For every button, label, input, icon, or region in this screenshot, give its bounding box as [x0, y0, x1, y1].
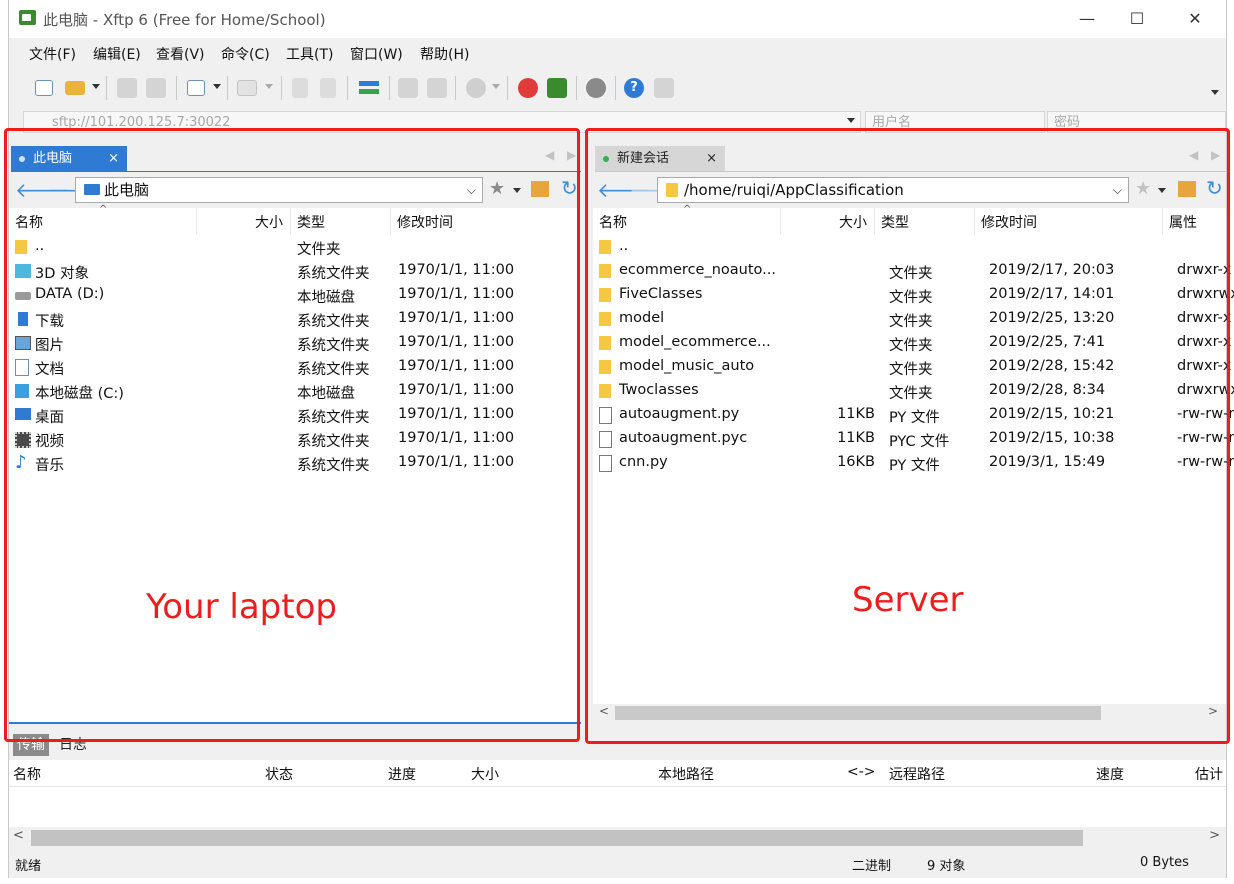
scroll-left-icon[interactable]: < — [13, 828, 24, 843]
stop-icon[interactable] — [466, 78, 486, 98]
toolbar-separator — [507, 76, 508, 100]
menu-edit[interactable]: 编辑(E) — [93, 44, 141, 64]
col-remote-path[interactable]: 远程路径 — [889, 764, 945, 784]
open-dropdown-icon[interactable] — [92, 84, 100, 89]
toolbar-separator — [615, 76, 616, 100]
transfer-hscrollbar[interactable]: < > — [9, 828, 1226, 848]
properties-icon[interactable] — [187, 80, 205, 96]
col-status[interactable]: 状态 — [265, 764, 293, 784]
close-window-button[interactable]: ✕ — [1170, 4, 1220, 34]
menu-command[interactable]: 命令(C) — [221, 44, 270, 64]
copy-icon[interactable] — [398, 78, 418, 98]
col-name[interactable]: 名称 — [13, 764, 41, 784]
title-bar: 此电脑 - Xftp 6 (Free for Home/School) — ☐ … — [9, 0, 1226, 38]
upload-icon[interactable] — [292, 78, 308, 98]
status-object-count: 9 对象 — [927, 859, 966, 874]
menu-file[interactable]: 文件(F) — [29, 44, 76, 64]
new-session-icon[interactable] — [35, 80, 53, 96]
paste-icon[interactable] — [427, 78, 447, 98]
toolbar-separator — [455, 76, 456, 100]
stop-dropdown-icon[interactable] — [492, 84, 500, 89]
toolbar-separator — [176, 76, 177, 100]
run-dropdown-icon[interactable] — [265, 84, 273, 89]
col-progress[interactable]: 进度 — [388, 764, 416, 784]
menu-help[interactable]: 帮助(H) — [420, 44, 469, 64]
col-speed[interactable]: 速度 — [1096, 764, 1124, 784]
col-size[interactable]: 大小 — [471, 764, 499, 784]
col-direction[interactable]: <-> — [847, 764, 876, 780]
status-transfer-mode: 二进制 — [852, 859, 892, 874]
gear-icon[interactable] — [586, 78, 606, 98]
help-icon[interactable]: ? — [624, 78, 644, 98]
properties-dropdown-icon[interactable] — [213, 84, 221, 89]
toolbar: ? — [9, 68, 1226, 108]
annotation-your-laptop: Your laptop — [146, 587, 337, 627]
status-ready: 就绪 — [15, 859, 42, 874]
run-icon[interactable] — [237, 80, 257, 96]
toolbar-separator — [106, 76, 107, 100]
menu-window[interactable]: 窗口(W) — [350, 44, 403, 64]
transfer-header: 名称 状态 进度 大小 本地路径 <-> 远程路径 速度 估计 — [9, 760, 1226, 787]
window-title: 此电脑 - Xftp 6 (Free for Home/School) — [43, 11, 326, 29]
transfer-panel: 传输 日志 名称 状态 进度 大小 本地路径 <-> 远程路径 速度 估计 < … — [9, 732, 1226, 852]
connect-icon[interactable] — [117, 78, 137, 98]
chat-icon[interactable] — [654, 78, 674, 98]
menu-view[interactable]: 查看(V) — [156, 44, 205, 64]
toolbar-separator — [281, 76, 282, 100]
scroll-right-icon[interactable]: > — [1209, 828, 1220, 843]
status-bytes: 0 Bytes — [1140, 855, 1189, 870]
toolbar-separator — [227, 76, 228, 100]
transfer-icon[interactable] — [359, 78, 381, 98]
xftp-app-icon — [19, 10, 36, 25]
local-annotation-box — [4, 128, 580, 742]
annotation-server: Server — [852, 580, 964, 620]
minimize-button[interactable]: — — [1062, 4, 1112, 34]
menu-bar: 文件(F) 编辑(E) 查看(V) 命令(C) 工具(T) 窗口(W) 帮助(H… — [9, 38, 1226, 68]
maximize-button[interactable]: ☐ — [1112, 4, 1162, 34]
col-local-path[interactable]: 本地路径 — [658, 764, 714, 784]
open-folder-icon[interactable] — [65, 81, 85, 95]
toolbar-overflow-icon[interactable] — [1211, 90, 1219, 95]
remote-annotation-box — [585, 128, 1230, 744]
toolbar-separator — [347, 76, 348, 100]
xftp-icon[interactable] — [547, 78, 567, 98]
toolbar-separator — [389, 76, 390, 100]
transfer-list — [9, 787, 1226, 827]
disconnect-icon[interactable] — [146, 78, 166, 98]
status-bar: 就绪 二进制 9 对象 0 Bytes — [9, 852, 1226, 874]
toolbar-separator — [576, 76, 577, 100]
host-dropdown-icon[interactable] — [847, 118, 855, 123]
col-estimate[interactable]: 估计 — [1195, 764, 1223, 784]
scrollbar-thumb[interactable] — [31, 830, 1083, 846]
download-icon[interactable] — [320, 78, 336, 98]
menu-tools[interactable]: 工具(T) — [286, 44, 333, 64]
xshell-icon[interactable] — [518, 78, 538, 98]
